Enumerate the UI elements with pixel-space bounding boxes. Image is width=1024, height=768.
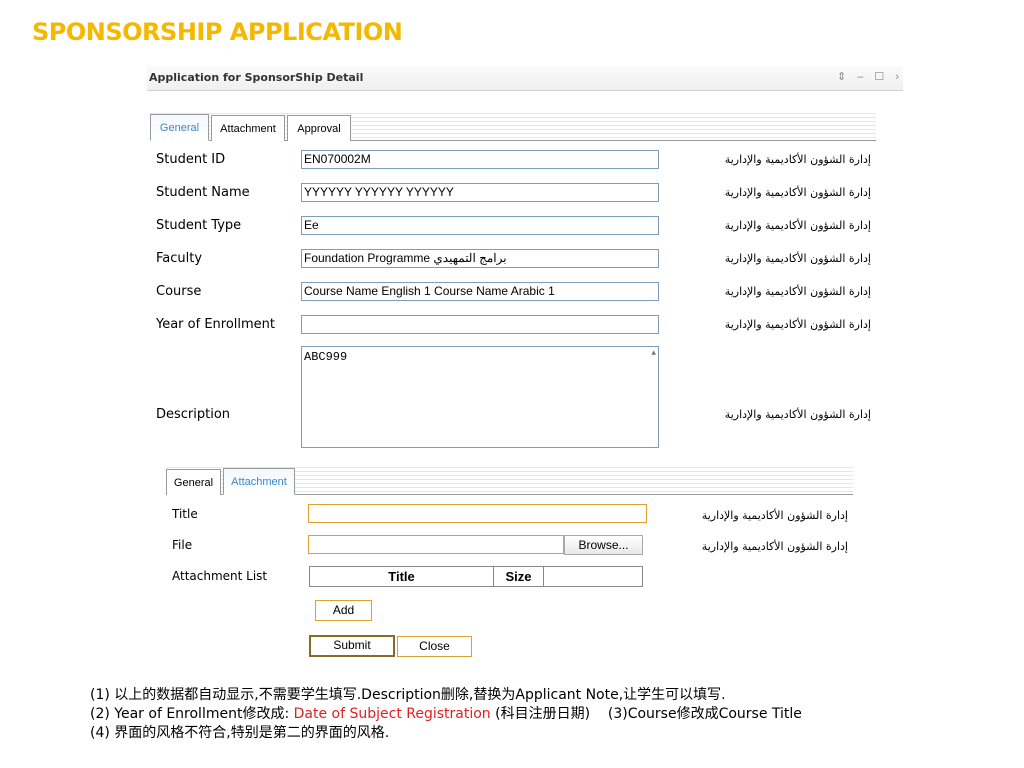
note-line-2-highlight: Date of Subject Registration — [293, 706, 491, 722]
attachment-table: Title Size — [309, 566, 643, 587]
arabic-label: إدارة الشؤون الأكاديمية والإدارية — [701, 540, 848, 553]
column-header-size: Size — [494, 567, 544, 586]
arabic-label: إدارة الشؤون الأكاديمية والإدارية — [724, 252, 871, 265]
tab-general[interactable]: General — [150, 114, 209, 141]
arabic-label: إدارة الشؤون الأكاديمية والإدارية — [724, 408, 871, 421]
year-of-enrollment-field[interactable] — [301, 315, 659, 334]
course-label: Course — [156, 284, 202, 299]
description-value: ABC999 — [304, 350, 348, 364]
tab-attachment[interactable]: Attachment — [223, 468, 295, 495]
note-line-3: (4) 界面的风格不符合,特别是第二的界面的风格. — [90, 725, 390, 741]
note-line-2-part-a: (2) Year of Enrollment修改成: — [90, 706, 294, 722]
close-button[interactable]: Close — [397, 636, 472, 657]
description-textarea[interactable]: ABC999 ▲ — [301, 346, 659, 448]
faculty-label: Faculty — [156, 251, 203, 266]
note-line-2-part-b: (科目注册日期) (3)Course修改成Course Title — [490, 706, 802, 722]
note-line-2: (2) Year of Enrollment修改成: Date of Subje… — [90, 705, 802, 724]
course-field[interactable]: Course Name English 1 Course Name Arabic… — [301, 282, 659, 301]
window-title: Application for SponsorShip Detail — [149, 71, 364, 84]
title-label: Title — [172, 507, 198, 521]
description-label: Description — [156, 407, 231, 422]
title-field[interactable] — [308, 504, 647, 523]
student-type-field[interactable]: Ee — [301, 216, 659, 235]
student-type-label: Student Type — [156, 218, 242, 233]
window-controls-icon[interactable]: ⇕ – ☐ › — [837, 70, 903, 83]
tab-attachment[interactable]: Attachment — [211, 115, 285, 141]
scroll-up-icon[interactable]: ▲ — [651, 349, 656, 358]
note-line-1: (1) 以上的数据都自动显示,不需要学生填写.Description删除,替换为… — [90, 687, 726, 703]
submit-button[interactable]: Submit — [309, 635, 395, 657]
student-name-field[interactable]: YYYYYY YYYYYY YYYYYY — [301, 183, 659, 202]
column-header-title: Title — [310, 567, 494, 586]
notes: (1) 以上的数据都自动显示,不需要学生填写.Description删除,替换为… — [90, 686, 802, 743]
arabic-label: إدارة الشؤون الأكاديمية والإدارية — [724, 318, 871, 331]
arabic-label: إدارة الشؤون الأكاديمية والإدارية — [724, 219, 871, 232]
arabic-label: إدارة الشؤون الأكاديمية والإدارية — [724, 285, 871, 298]
main-tabstrip: General Attachment Approval — [150, 110, 876, 141]
window-header: Application for SponsorShip Detail ⇕ – ☐… — [147, 66, 903, 91]
student-id-field[interactable]: EN070002M — [301, 150, 659, 169]
year-of-enrollment-label: Year of Enrollment — [156, 317, 276, 332]
arabic-label: إدارة الشؤون الأكاديمية والإدارية — [724, 153, 871, 166]
arabic-label: إدارة الشؤون الأكاديمية والإدارية — [724, 186, 871, 199]
student-id-label: Student ID — [156, 152, 226, 167]
file-label: File — [172, 538, 193, 552]
arabic-label: إدارة الشؤون الأكاديمية والإدارية — [701, 509, 848, 522]
faculty-field[interactable]: Foundation Programme برامج التمهيدي — [301, 249, 659, 268]
tab-general[interactable]: General — [166, 469, 221, 495]
tab-approval[interactable]: Approval — [287, 115, 351, 141]
add-button[interactable]: Add — [315, 600, 372, 621]
attachment-tabstrip: General Attachment — [166, 464, 853, 495]
browse-button[interactable]: Browse... — [564, 535, 643, 555]
attachment-list-label: Attachment List — [172, 569, 268, 583]
student-name-label: Student Name — [156, 185, 250, 200]
file-field[interactable] — [308, 535, 564, 554]
slide-title: SPONSORSHIP APPLICATION — [32, 18, 403, 46]
